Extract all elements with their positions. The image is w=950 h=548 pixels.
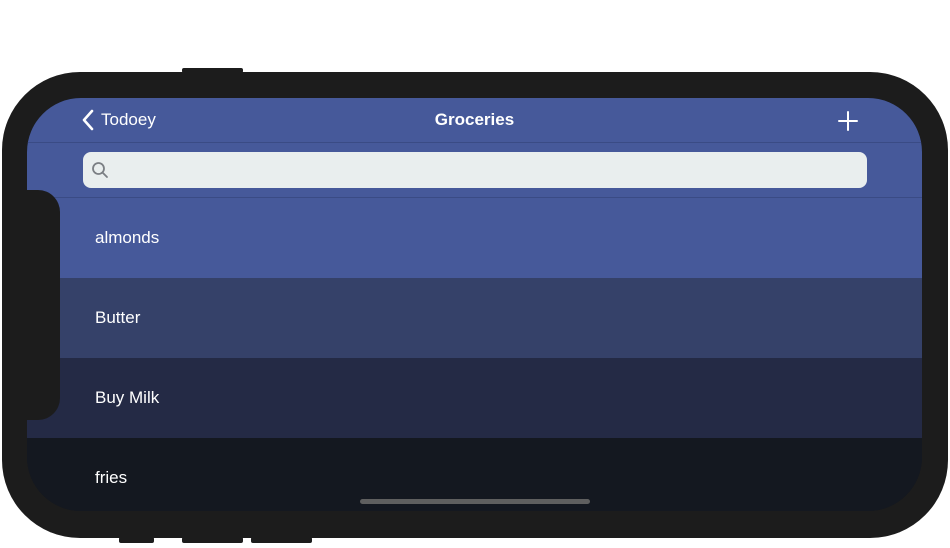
sensor-notch [27,190,60,420]
item-title: almonds [95,228,160,247]
navigation-bar: Todoey Groceries [27,98,922,198]
app-screen: Todoey Groceries almonds Butter Buy Milk [27,98,922,511]
add-item-button[interactable] [835,108,861,134]
magnifying-glass-icon [92,162,108,178]
item-list: almonds Butter Buy Milk fries [27,198,922,511]
plus-icon [838,111,858,131]
list-item[interactable]: Butter [27,278,922,358]
list-item[interactable]: Buy Milk [27,358,922,438]
item-title: fries [95,468,128,487]
item-title: Butter [95,308,141,327]
list-item[interactable]: almonds [27,198,922,278]
home-indicator[interactable] [360,499,590,504]
search-input[interactable] [115,152,855,188]
page-title: Groceries [434,110,515,129]
search-bar[interactable] [83,152,867,188]
nav-divider [27,142,922,143]
item-title: Buy Milk [95,388,160,407]
